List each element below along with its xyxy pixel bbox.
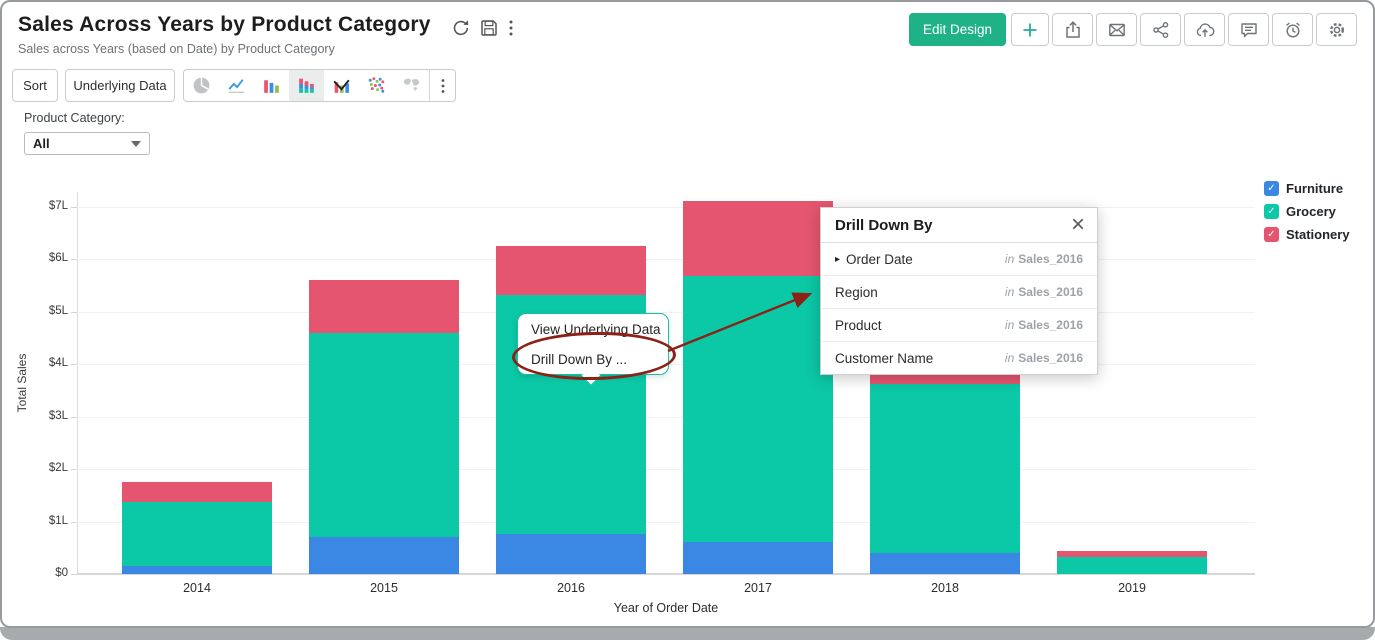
bar-segment-2018-furniture[interactable]	[870, 553, 1020, 574]
y-tick-mark	[71, 259, 77, 260]
drill-item-product[interactable]: Product in Sales_2016	[821, 309, 1097, 342]
source-name: Sales_2016	[1018, 285, 1083, 299]
bar-context-menu: View Underlying Data Drill Down By ...	[517, 313, 669, 375]
legend-item-grocery[interactable]: ✓ Grocery	[1264, 204, 1336, 219]
bar-segment-2014-furniture[interactable]	[122, 566, 272, 574]
bar-segment-2015-grocery[interactable]	[309, 333, 459, 538]
x-tick-label: 2019	[1057, 581, 1207, 595]
legend-label: Furniture	[1286, 181, 1343, 196]
y-axis-title: Total Sales	[15, 283, 29, 483]
bar-segment-2017-grocery[interactable]	[683, 276, 833, 542]
bar-segment-2018-grocery[interactable]	[870, 384, 1020, 553]
expand-arrow-icon: ▸	[835, 254, 840, 265]
y-tick-mark	[71, 469, 77, 470]
view-underlying-data-menu-item[interactable]: View Underlying Data	[518, 314, 668, 344]
drill-item-label: Customer Name	[835, 351, 933, 366]
drill-item-customer-name[interactable]: Customer Name in Sales_2016	[821, 342, 1097, 374]
bar-segment-2017-stationery[interactable]	[683, 201, 833, 276]
y-tick-mark	[71, 574, 77, 575]
y-tick-label: $3L	[28, 410, 68, 422]
y-tick-mark	[71, 207, 77, 208]
y-tick-label: $7L	[28, 200, 68, 212]
source-name: Sales_2016	[1018, 252, 1083, 266]
drill-item-label: Region	[835, 285, 878, 300]
popup-title: Drill Down By	[835, 217, 1071, 234]
checkbox-checked-icon[interactable]: ✓	[1264, 227, 1279, 242]
source-name: Sales_2016	[1018, 351, 1083, 365]
app-window: Sales Across Years by Product Category S…	[0, 0, 1375, 628]
bar-segment-2015-stationery[interactable]	[309, 280, 459, 332]
legend-item-stationery[interactable]: ✓ Stationery	[1264, 227, 1350, 242]
checkbox-checked-icon[interactable]: ✓	[1264, 204, 1279, 219]
y-tick-mark	[71, 312, 77, 313]
source-prefix: in	[1005, 285, 1014, 299]
y-tick-mark	[71, 522, 77, 523]
bar-segment-2014-grocery[interactable]	[122, 502, 272, 566]
x-axis-title: Year of Order Date	[516, 601, 816, 615]
drill-down-popup: Drill Down By × ▸ Order Date in Sales_2016…	[820, 207, 1098, 375]
y-tick-mark	[71, 364, 77, 365]
stacked-bar-chart: $0 $1L $2L $3L $4L $5L $6L $7L 2014 2015 2016 2017 2…	[2, 2, 1373, 626]
drill-down-popup-header: Drill Down By ×	[821, 208, 1097, 243]
drill-item-label: Product	[835, 318, 882, 333]
y-tick-label: $6L	[28, 252, 68, 264]
source-prefix: in	[1005, 318, 1014, 332]
bar-segment-2016-furniture[interactable]	[496, 534, 646, 574]
close-icon[interactable]: ×	[1071, 215, 1085, 235]
y-tick-label: $4L	[28, 357, 68, 369]
y-axis-line	[77, 192, 78, 574]
bar-segment-2014-stationery[interactable]	[122, 482, 272, 502]
legend-item-furniture[interactable]: ✓ Furniture	[1264, 181, 1343, 196]
gridline	[77, 417, 1255, 418]
x-tick-label: 2016	[496, 581, 646, 595]
y-tick-label: $2L	[28, 462, 68, 474]
bar-segment-2019-stationery[interactable]	[1057, 551, 1207, 557]
bar-segment-2017-furniture[interactable]	[683, 542, 833, 574]
y-tick-label: $1L	[28, 515, 68, 527]
x-tick-label: 2015	[309, 581, 459, 595]
x-tick-label: 2014	[122, 581, 272, 595]
drill-item-label: Order Date	[846, 252, 913, 267]
y-tick-mark	[71, 417, 77, 418]
bar-segment-2019-grocery[interactable]	[1057, 557, 1207, 574]
y-tick-label: $0	[28, 567, 68, 579]
legend-label: Stationery	[1286, 227, 1350, 242]
gridline	[77, 469, 1255, 470]
window-shadow	[0, 627, 1375, 640]
source-prefix: in	[1005, 252, 1014, 266]
x-tick-label: 2017	[683, 581, 833, 595]
y-tick-label: $5L	[28, 305, 68, 317]
bar-segment-2016-stationery[interactable]	[496, 246, 646, 296]
source-name: Sales_2016	[1018, 318, 1083, 332]
drill-item-order-date[interactable]: ▸ Order Date in Sales_2016	[821, 243, 1097, 276]
checkbox-checked-icon[interactable]: ✓	[1264, 181, 1279, 196]
source-prefix: in	[1005, 351, 1014, 365]
legend-label: Grocery	[1286, 204, 1336, 219]
bar-segment-2015-furniture[interactable]	[309, 537, 459, 574]
x-tick-label: 2018	[870, 581, 1020, 595]
drill-item-region[interactable]: Region in Sales_2016	[821, 276, 1097, 309]
